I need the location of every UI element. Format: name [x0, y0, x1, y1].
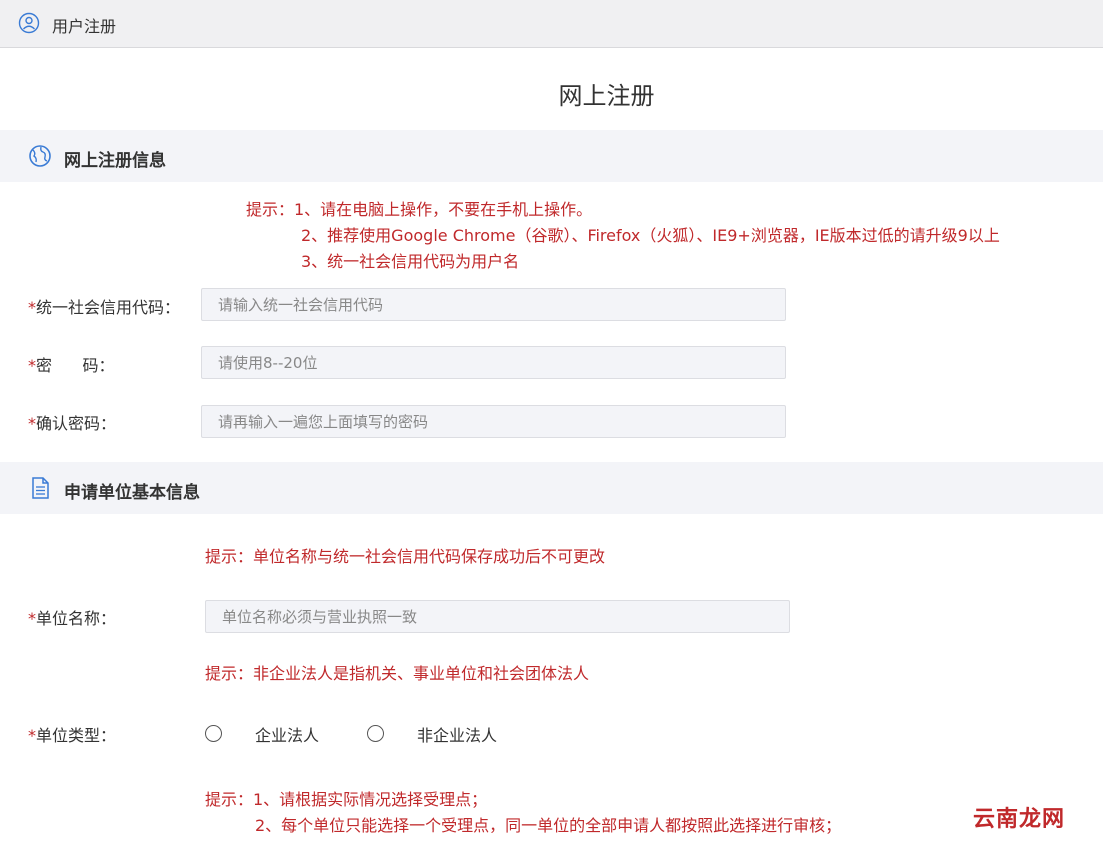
required-mark: * — [28, 298, 36, 317]
tip-line-1: 提示：1、请在电脑上操作，不要在手机上操作。 — [246, 200, 593, 219]
credit-code-label: *统一社会信用代码： — [28, 294, 180, 318]
section-header-unit-info: 申请单位基本信息 — [0, 462, 1103, 514]
confirm-password-input[interactable] — [201, 405, 786, 438]
user-icon — [18, 12, 40, 34]
unit-name-input[interactable] — [205, 600, 790, 633]
acceptance-tip-1: 提示：1、请根据实际情况选择受理点； — [205, 790, 488, 809]
document-icon — [32, 477, 49, 499]
page-title: 网上注册 — [558, 82, 655, 110]
unit-type-label-text: 单位类型： — [36, 726, 117, 745]
required-mark: * — [28, 356, 36, 375]
unit-type-tip: 提示：非企业法人是指机关、事业单位和社会团体法人 — [205, 664, 590, 683]
window-titlebar: 用户注册 — [0, 0, 1103, 48]
required-mark: * — [28, 726, 36, 745]
required-mark: * — [28, 609, 36, 628]
password-label-text: 密 码： — [36, 356, 115, 375]
unit-type-label: *单位类型： — [28, 722, 116, 746]
globe-icon — [29, 145, 51, 167]
acceptance-tip-2: 2、每个单位只能选择一个受理点，同一单位的全部申请人都按照此选择进行审核； — [255, 816, 842, 835]
radio-non-enterprise-label[interactable]: 非企业法人 — [417, 722, 497, 746]
credit-code-input[interactable] — [201, 288, 786, 321]
section-title: 申请单位基本信息 — [64, 483, 200, 503]
window-title: 用户注册 — [52, 17, 117, 36]
credit-code-label-text: 统一社会信用代码： — [36, 298, 181, 317]
password-input[interactable] — [201, 346, 786, 379]
radio-enterprise[interactable] — [205, 725, 222, 742]
required-mark: * — [28, 414, 36, 433]
tip-line-3: 3、统一社会信用代码为用户名 — [301, 252, 520, 271]
tip-line-2: 2、推荐使用Google Chrome（谷歌）、Firefox（火狐）、IE9+… — [301, 226, 1000, 245]
unit-name-label-text: 单位名称： — [36, 609, 117, 628]
section-title: 网上注册信息 — [64, 151, 166, 171]
watermark-logo: 云南龙网 — [968, 799, 1069, 835]
confirm-password-label-text: 确认密码： — [36, 414, 117, 433]
radio-non-enterprise[interactable] — [367, 725, 384, 742]
unit-name-tip: 提示：单位名称与统一社会信用代码保存成功后不可更改 — [205, 547, 606, 566]
radio-enterprise-label[interactable]: 企业法人 — [255, 722, 319, 746]
section-header-registration: 网上注册信息 — [0, 130, 1103, 182]
unit-name-label: *单位名称： — [28, 605, 116, 629]
confirm-password-label: *确认密码： — [28, 410, 116, 434]
password-label: *密 码： — [28, 352, 115, 376]
